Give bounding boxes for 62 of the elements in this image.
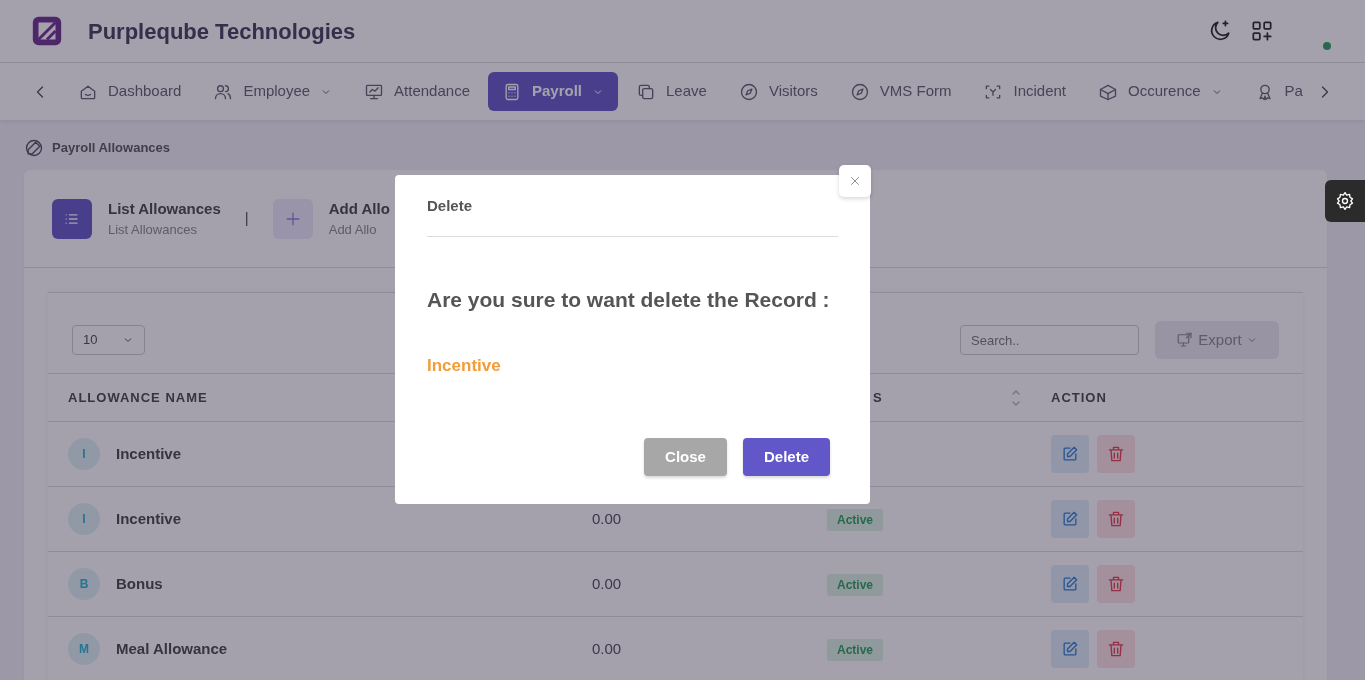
nav-tab[interactable]: Pa <box>1240 72 1311 111</box>
column-header: ACTION <box>1050 388 1108 407</box>
monitor-share-icon <box>1176 331 1195 349</box>
confirm-message: Are you sure to want delete the Record : <box>427 286 831 313</box>
status-badge: Active <box>827 638 884 661</box>
page-size-select[interactable]: 10 <box>72 325 145 355</box>
edit-button[interactable] <box>1051 630 1089 668</box>
dialog-button[interactable]: Close <box>644 438 727 476</box>
nav-tab[interactable]: Dashboard <box>64 72 196 111</box>
avatar: B <box>68 568 100 600</box>
compass-icon <box>738 81 759 102</box>
close-icon <box>848 174 862 188</box>
section-tab[interactable]: Add Allo Add Allo <box>272 197 390 240</box>
trash-icon <box>1106 444 1126 464</box>
settings-button[interactable] <box>1325 180 1365 222</box>
search-field[interactable]: Search.. <box>960 325 1139 355</box>
avatar: I <box>68 503 100 535</box>
table-cell: 0.00 <box>592 639 622 657</box>
compass-icon <box>849 81 870 102</box>
nav-tab[interactable]: Occurence <box>1084 72 1237 111</box>
logo-icon <box>30 14 64 48</box>
dialog-title: Delete <box>427 195 838 237</box>
table-cell-text: Bonus <box>116 573 163 594</box>
nav-tab[interactable]: Payroll <box>488 72 619 111</box>
table-cell: 0.00 <box>592 574 622 592</box>
breadcrumb: Payroll Allowances <box>52 139 170 158</box>
export-button[interactable]: Export <box>1155 321 1279 359</box>
close-button[interactable] <box>839 165 871 197</box>
edit-button[interactable] <box>1051 500 1089 538</box>
settings-icon <box>1335 191 1355 211</box>
status-badge: Active <box>827 573 884 596</box>
edit-button[interactable] <box>1051 435 1089 473</box>
table-cell: 0.00 <box>592 509 622 527</box>
delete-button[interactable] <box>1097 500 1135 538</box>
column-header: S <box>873 388 883 407</box>
dialog-button[interactable]: Delete <box>742 438 830 476</box>
edit-button[interactable] <box>1051 565 1089 603</box>
nav-tab[interactable]: VMS Form <box>835 72 966 111</box>
nav-tab[interactable]: Attendance <box>350 72 484 111</box>
company-name: Purpleqube Technologies <box>88 17 356 46</box>
record-name: Incentive <box>427 355 502 377</box>
grid-plus-icon <box>1249 18 1275 44</box>
section-tab[interactable]: List Allowances List Allowances <box>52 197 221 240</box>
delete-button[interactable] <box>1097 435 1135 473</box>
table-cell-text: Incentive <box>116 443 182 464</box>
table-cell-text: Incentive <box>116 508 182 529</box>
delete-button[interactable] <box>1097 565 1135 603</box>
nav-tab[interactable]: Leave <box>622 72 721 111</box>
nav-tab[interactable]: Employee <box>199 72 347 111</box>
nav-tab[interactable]: Incident <box>969 72 1081 111</box>
avatar: M <box>68 633 100 665</box>
table-cell-text: Meal Allowance <box>116 638 228 659</box>
trash-icon <box>1106 509 1126 529</box>
apps-button[interactable] <box>1249 18 1275 44</box>
trash-icon <box>1106 639 1126 659</box>
separator: | <box>244 208 249 229</box>
column-header: ALLOWANCE NAME <box>67 388 209 407</box>
avatar: I <box>68 438 100 470</box>
status-badge: Active <box>827 508 884 531</box>
trash-icon <box>1106 574 1126 594</box>
nav-tab[interactable]: Visitors <box>724 72 832 111</box>
delete-button[interactable] <box>1097 630 1135 668</box>
